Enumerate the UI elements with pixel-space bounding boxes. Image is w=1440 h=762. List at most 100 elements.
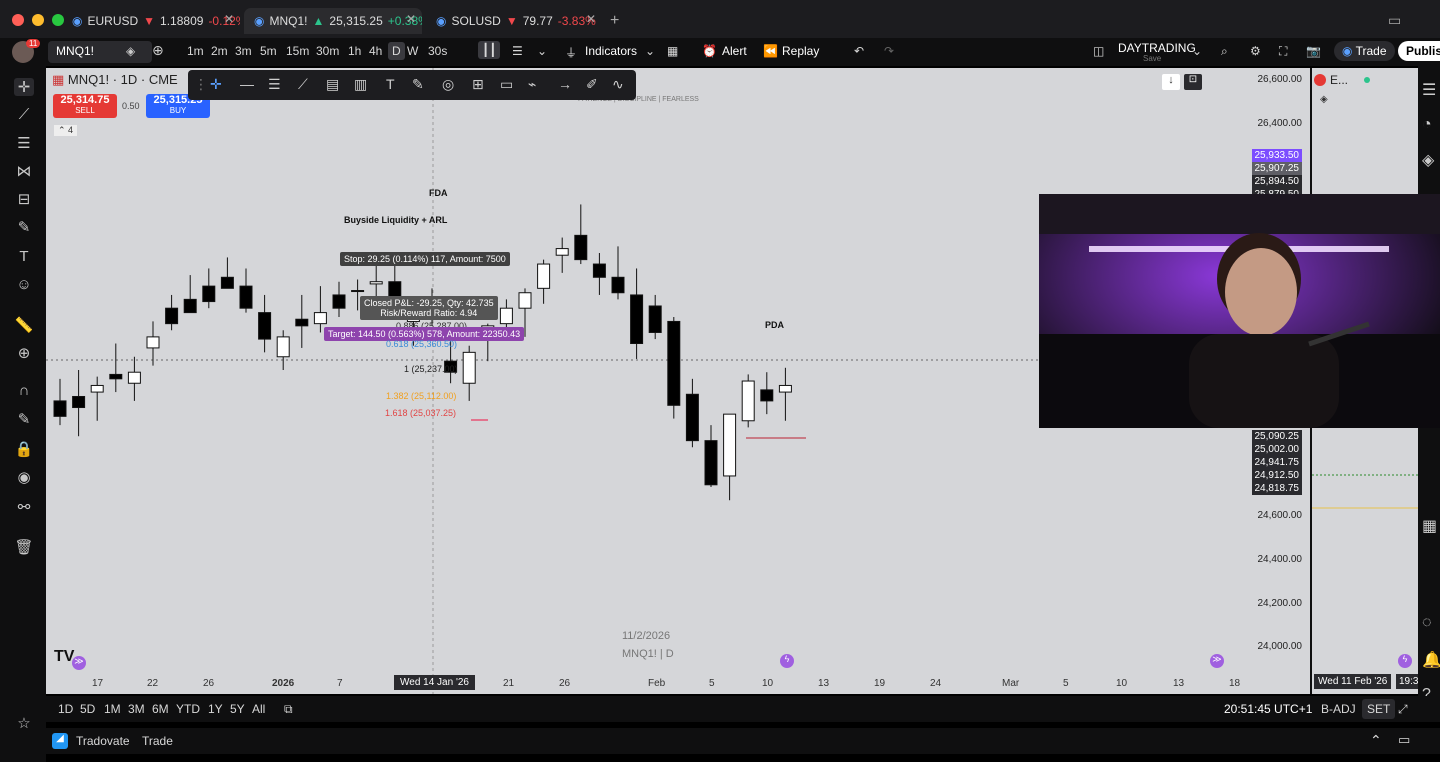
ray-icon[interactable]: → xyxy=(558,76,572,92)
chevron-down-icon[interactable]: ⌄ xyxy=(537,44,547,58)
brush-icon[interactable]: ✎ xyxy=(14,218,34,236)
eye-icon[interactable]: ◉ xyxy=(14,468,34,486)
pattern-icon[interactable]: ⋈ xyxy=(14,162,34,180)
event-icon[interactable]: ≫ xyxy=(1210,654,1224,668)
range-all[interactable]: All xyxy=(252,702,265,716)
expand-icon[interactable]: ⤢ xyxy=(1398,702,1408,717)
interval-2m[interactable]: 2m xyxy=(211,44,228,58)
close-tab-icon[interactable]: ✕ xyxy=(406,12,416,26)
magnet-icon[interactable]: ∩ xyxy=(14,382,34,399)
interval-1h[interactable]: 1h xyxy=(348,44,361,58)
minimize-window-button[interactable] xyxy=(32,14,44,26)
undo-icon[interactable]: ↶ xyxy=(854,44,864,58)
scroll-down-icon[interactable]: ↓ xyxy=(1162,74,1180,90)
candles-icon[interactable]: ┃┃ xyxy=(478,41,501,59)
set-toggle[interactable]: SET xyxy=(1362,699,1396,719)
forecast-icon[interactable]: ⊟ xyxy=(14,190,34,208)
link-icon[interactable]: ⚯ xyxy=(14,498,34,516)
indicators-button[interactable]: Indicators xyxy=(585,44,637,58)
interval-d[interactable]: D xyxy=(388,42,405,60)
trade-button[interactable]: ◉ Trade xyxy=(1334,41,1395,61)
rectangle-icon[interactable]: ▭ xyxy=(500,76,513,93)
range-1d[interactable]: 1D xyxy=(58,702,73,716)
trend-line-icon[interactable]: ⟋ xyxy=(14,106,34,123)
bar-style-icon[interactable]: ☰ xyxy=(512,44,523,58)
close-tab-icon[interactable]: ✕ xyxy=(586,12,596,26)
indicators-icon[interactable]: ⏚ xyxy=(565,44,577,61)
calendar-icon[interactable]: ▦ xyxy=(1422,516,1437,536)
lightning-icon[interactable]: ϟ xyxy=(780,654,794,668)
publish-button[interactable]: Publish xyxy=(1398,41,1440,61)
zoom-icon[interactable]: ⊕ xyxy=(14,344,34,362)
trash-icon[interactable]: 🗑 xyxy=(14,538,34,556)
tab-eurusd[interactable]: ◉ EURUSD ▼ 1.18809 -0.12% ✕ xyxy=(62,8,240,34)
lightning-icon[interactable]: ϟ xyxy=(1398,654,1412,668)
clock-icon[interactable]: ◔ xyxy=(1422,116,1432,134)
close-window-button[interactable] xyxy=(12,14,24,26)
star-icon[interactable]: ☆ xyxy=(14,714,34,732)
layout-name[interactable]: DAYTRADING xyxy=(1118,41,1196,55)
badj-toggle[interactable]: B-ADJ xyxy=(1321,702,1356,716)
close-tab-icon[interactable]: ✕ xyxy=(224,12,234,26)
horizontal-line-icon[interactable]: — xyxy=(240,76,254,92)
chevron-down-icon[interactable]: ⌄ xyxy=(1192,44,1202,58)
gear-icon[interactable]: ⚙ xyxy=(1250,44,1261,58)
interval-5m[interactable]: 5m xyxy=(260,44,277,58)
wave-icon[interactable]: ∿ xyxy=(612,76,624,93)
text-icon[interactable]: T xyxy=(386,76,395,92)
layouts-icon[interactable]: ▦ xyxy=(667,44,678,58)
tab-mnq1[interactable]: ◉ MNQ1! ▲ 25,315.25 +0.38% ✕ xyxy=(244,8,422,34)
crosshair-icon[interactable]: ✛ xyxy=(210,76,222,93)
interval-w[interactable]: W xyxy=(407,44,418,58)
measure-icon[interactable]: ⊞ xyxy=(472,76,484,93)
crosshair-icon[interactable]: ✛ xyxy=(14,78,34,96)
tab-solusd[interactable]: ◉ SOLUSD ▼ 79.77 -3.83% ✕ xyxy=(426,8,602,34)
sell-button[interactable]: 25,314.75 SELL xyxy=(53,94,117,118)
event-icon[interactable]: ≫ xyxy=(72,656,86,670)
interval-30m[interactable]: 30m xyxy=(316,44,339,58)
range-ytd[interactable]: YTD xyxy=(176,702,200,716)
interval-3m[interactable]: 3m xyxy=(235,44,252,58)
maximize-panel-icon[interactable]: ▭ xyxy=(1398,732,1410,748)
bell-icon[interactable]: 🔔 xyxy=(1422,650,1440,670)
grid-icon[interactable]: ▥ xyxy=(354,76,367,93)
lock-icon[interactable]: 🔒 xyxy=(14,440,34,458)
trend-line-icon[interactable]: ⟋ xyxy=(298,76,308,93)
pencil-icon[interactable]: ✐ xyxy=(586,76,598,93)
channel-icon[interactable]: ▤ xyxy=(326,76,339,93)
ruler-icon[interactable]: 📏 xyxy=(14,316,34,334)
text-icon[interactable]: T xyxy=(14,248,34,265)
range-1y[interactable]: 1Y xyxy=(208,702,223,716)
path-icon[interactable]: ⌁ xyxy=(528,76,536,93)
chevron-up-icon[interactable]: ⌃ xyxy=(1370,732,1382,749)
fib-icon[interactable]: ☰ xyxy=(14,134,34,152)
replay-icon[interactable]: ⏪ xyxy=(763,44,778,58)
chat-icon[interactable]: ◌ xyxy=(1422,614,1432,632)
replay-toggle-icon[interactable]: ⊡ xyxy=(1184,74,1202,90)
chevron-down-icon[interactable]: ⌄ xyxy=(645,44,655,58)
new-tab-icon[interactable]: + xyxy=(610,12,619,30)
redo-icon[interactable]: ↷ xyxy=(884,44,894,58)
range-5y[interactable]: 5Y xyxy=(230,702,245,716)
alert-button[interactable]: Alert xyxy=(722,44,747,58)
camera-icon[interactable]: 📷 xyxy=(1306,44,1321,58)
broker-name[interactable]: Tradovate xyxy=(76,734,130,748)
replay-button[interactable]: Replay xyxy=(782,44,819,58)
date-range-icon[interactable]: ⧉ xyxy=(284,702,293,717)
window-menu-icon[interactable]: ▭ xyxy=(1388,12,1401,29)
range-5d[interactable]: 5D xyxy=(80,702,95,716)
drag-handle-icon[interactable]: ⋮ xyxy=(194,76,208,93)
range-3m[interactable]: 3M xyxy=(128,702,145,716)
add-symbol-icon[interactable]: ⊕ xyxy=(152,42,164,59)
layout-icon[interactable]: ◫ xyxy=(1093,44,1104,58)
lock-drawing-icon[interactable]: ✎ xyxy=(14,410,34,428)
brush-icon[interactable]: ✎ xyxy=(412,76,424,93)
fullscreen-icon[interactable]: ⛶ xyxy=(1279,44,1287,59)
quick-search-icon[interactable]: ⌕ xyxy=(1221,44,1228,59)
interval-15m[interactable]: 15m xyxy=(286,44,309,58)
diamond-icon[interactable]: ◈ xyxy=(126,44,135,58)
range-1m[interactable]: 1M xyxy=(104,702,121,716)
interval-30s[interactable]: 30s xyxy=(428,44,447,58)
interval-4h[interactable]: 4h xyxy=(369,44,382,58)
emoji-icon[interactable]: ☺ xyxy=(14,276,34,293)
